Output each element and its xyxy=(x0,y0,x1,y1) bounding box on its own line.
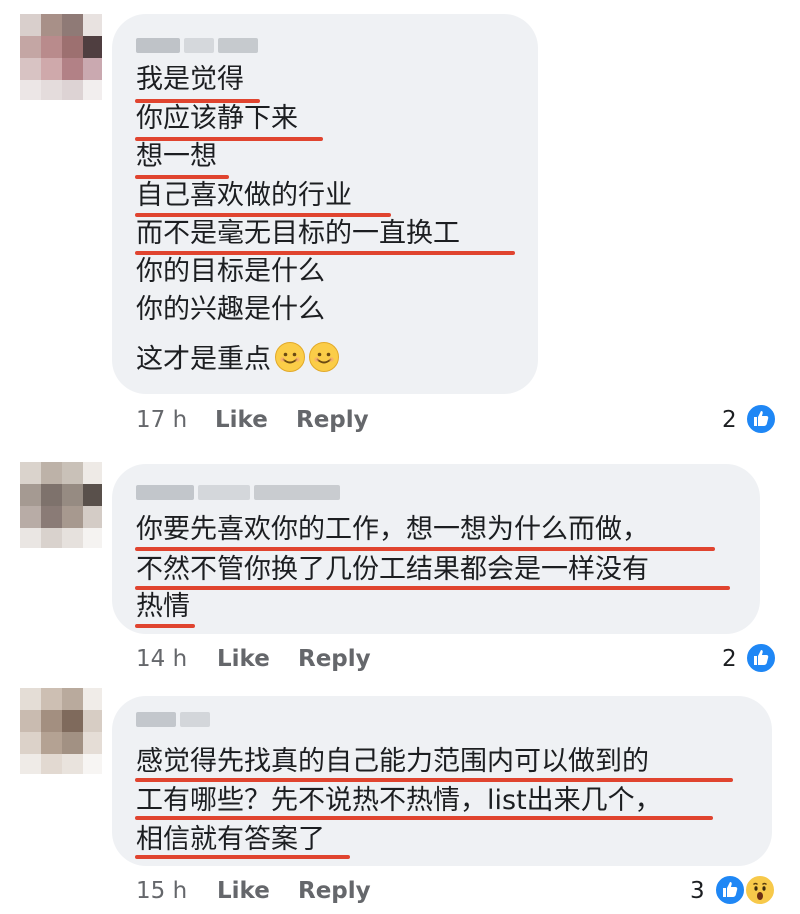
comment-text: 这才是重点 xyxy=(136,344,271,375)
avatar[interactable] xyxy=(20,688,102,774)
comment-text-line: 相信就有答案了 xyxy=(136,824,325,855)
smiling-face-emoji-icon xyxy=(309,342,339,372)
like-button[interactable]: Like xyxy=(217,645,270,673)
avatar[interactable] xyxy=(20,14,102,100)
like-icon[interactable] xyxy=(714,874,746,906)
reaction-count[interactable]: 3 xyxy=(690,877,705,905)
underline-mark xyxy=(135,586,730,590)
underline-mark xyxy=(135,547,715,551)
comment-text-line: 你应该静下来 xyxy=(136,103,298,134)
like-button[interactable]: Like xyxy=(215,406,268,434)
comment-text-line: 你的兴趣是什么 xyxy=(136,294,325,325)
underline-mark xyxy=(135,855,350,859)
comment-text-line: 感觉得先找真的自己能力范围内可以做到的 xyxy=(136,746,649,777)
comment-text-line-with-emoji: 这才是重点 xyxy=(136,342,339,377)
smiling-face-emoji-icon xyxy=(275,342,305,372)
comment-timestamp[interactable]: 15 h xyxy=(136,877,187,905)
avatar[interactable] xyxy=(20,462,102,548)
underline-mark xyxy=(135,816,713,820)
reply-button[interactable]: Reply xyxy=(298,877,371,905)
comment-text-line: 想一想 xyxy=(136,141,217,172)
underline-mark xyxy=(135,778,733,782)
comment-text-line: 不然不管你换了几份工结果都会是一样没有 xyxy=(136,554,649,585)
comment-timestamp[interactable]: 14 h xyxy=(136,645,187,673)
comment-text-line: 工有哪些？先不说热不热情，list出来几个， xyxy=(136,785,662,816)
like-icon[interactable] xyxy=(745,403,777,435)
reply-button[interactable]: Reply xyxy=(296,406,369,434)
comment-text-line: 而不是毫无目标的一直换工 xyxy=(136,218,460,249)
comment-text-line: 你的目标是什么 xyxy=(136,256,325,287)
comment-text-line: 自己喜欢做的行业 xyxy=(136,180,352,211)
like-button[interactable]: Like xyxy=(217,877,270,905)
reaction-count[interactable]: 2 xyxy=(722,645,737,673)
comment-text-line: 热情 xyxy=(136,591,190,622)
reaction-count[interactable]: 2 xyxy=(722,406,737,434)
underline-mark xyxy=(135,624,195,628)
reply-button[interactable]: Reply xyxy=(298,645,371,673)
like-icon[interactable] xyxy=(745,642,777,674)
comment-text-line: 我是觉得 xyxy=(136,64,244,95)
wow-icon[interactable] xyxy=(744,874,776,906)
comment-timestamp[interactable]: 17 h xyxy=(136,406,187,434)
comment-text-line: 你要先喜欢你的工作，想一想为什么而做， xyxy=(136,514,649,545)
